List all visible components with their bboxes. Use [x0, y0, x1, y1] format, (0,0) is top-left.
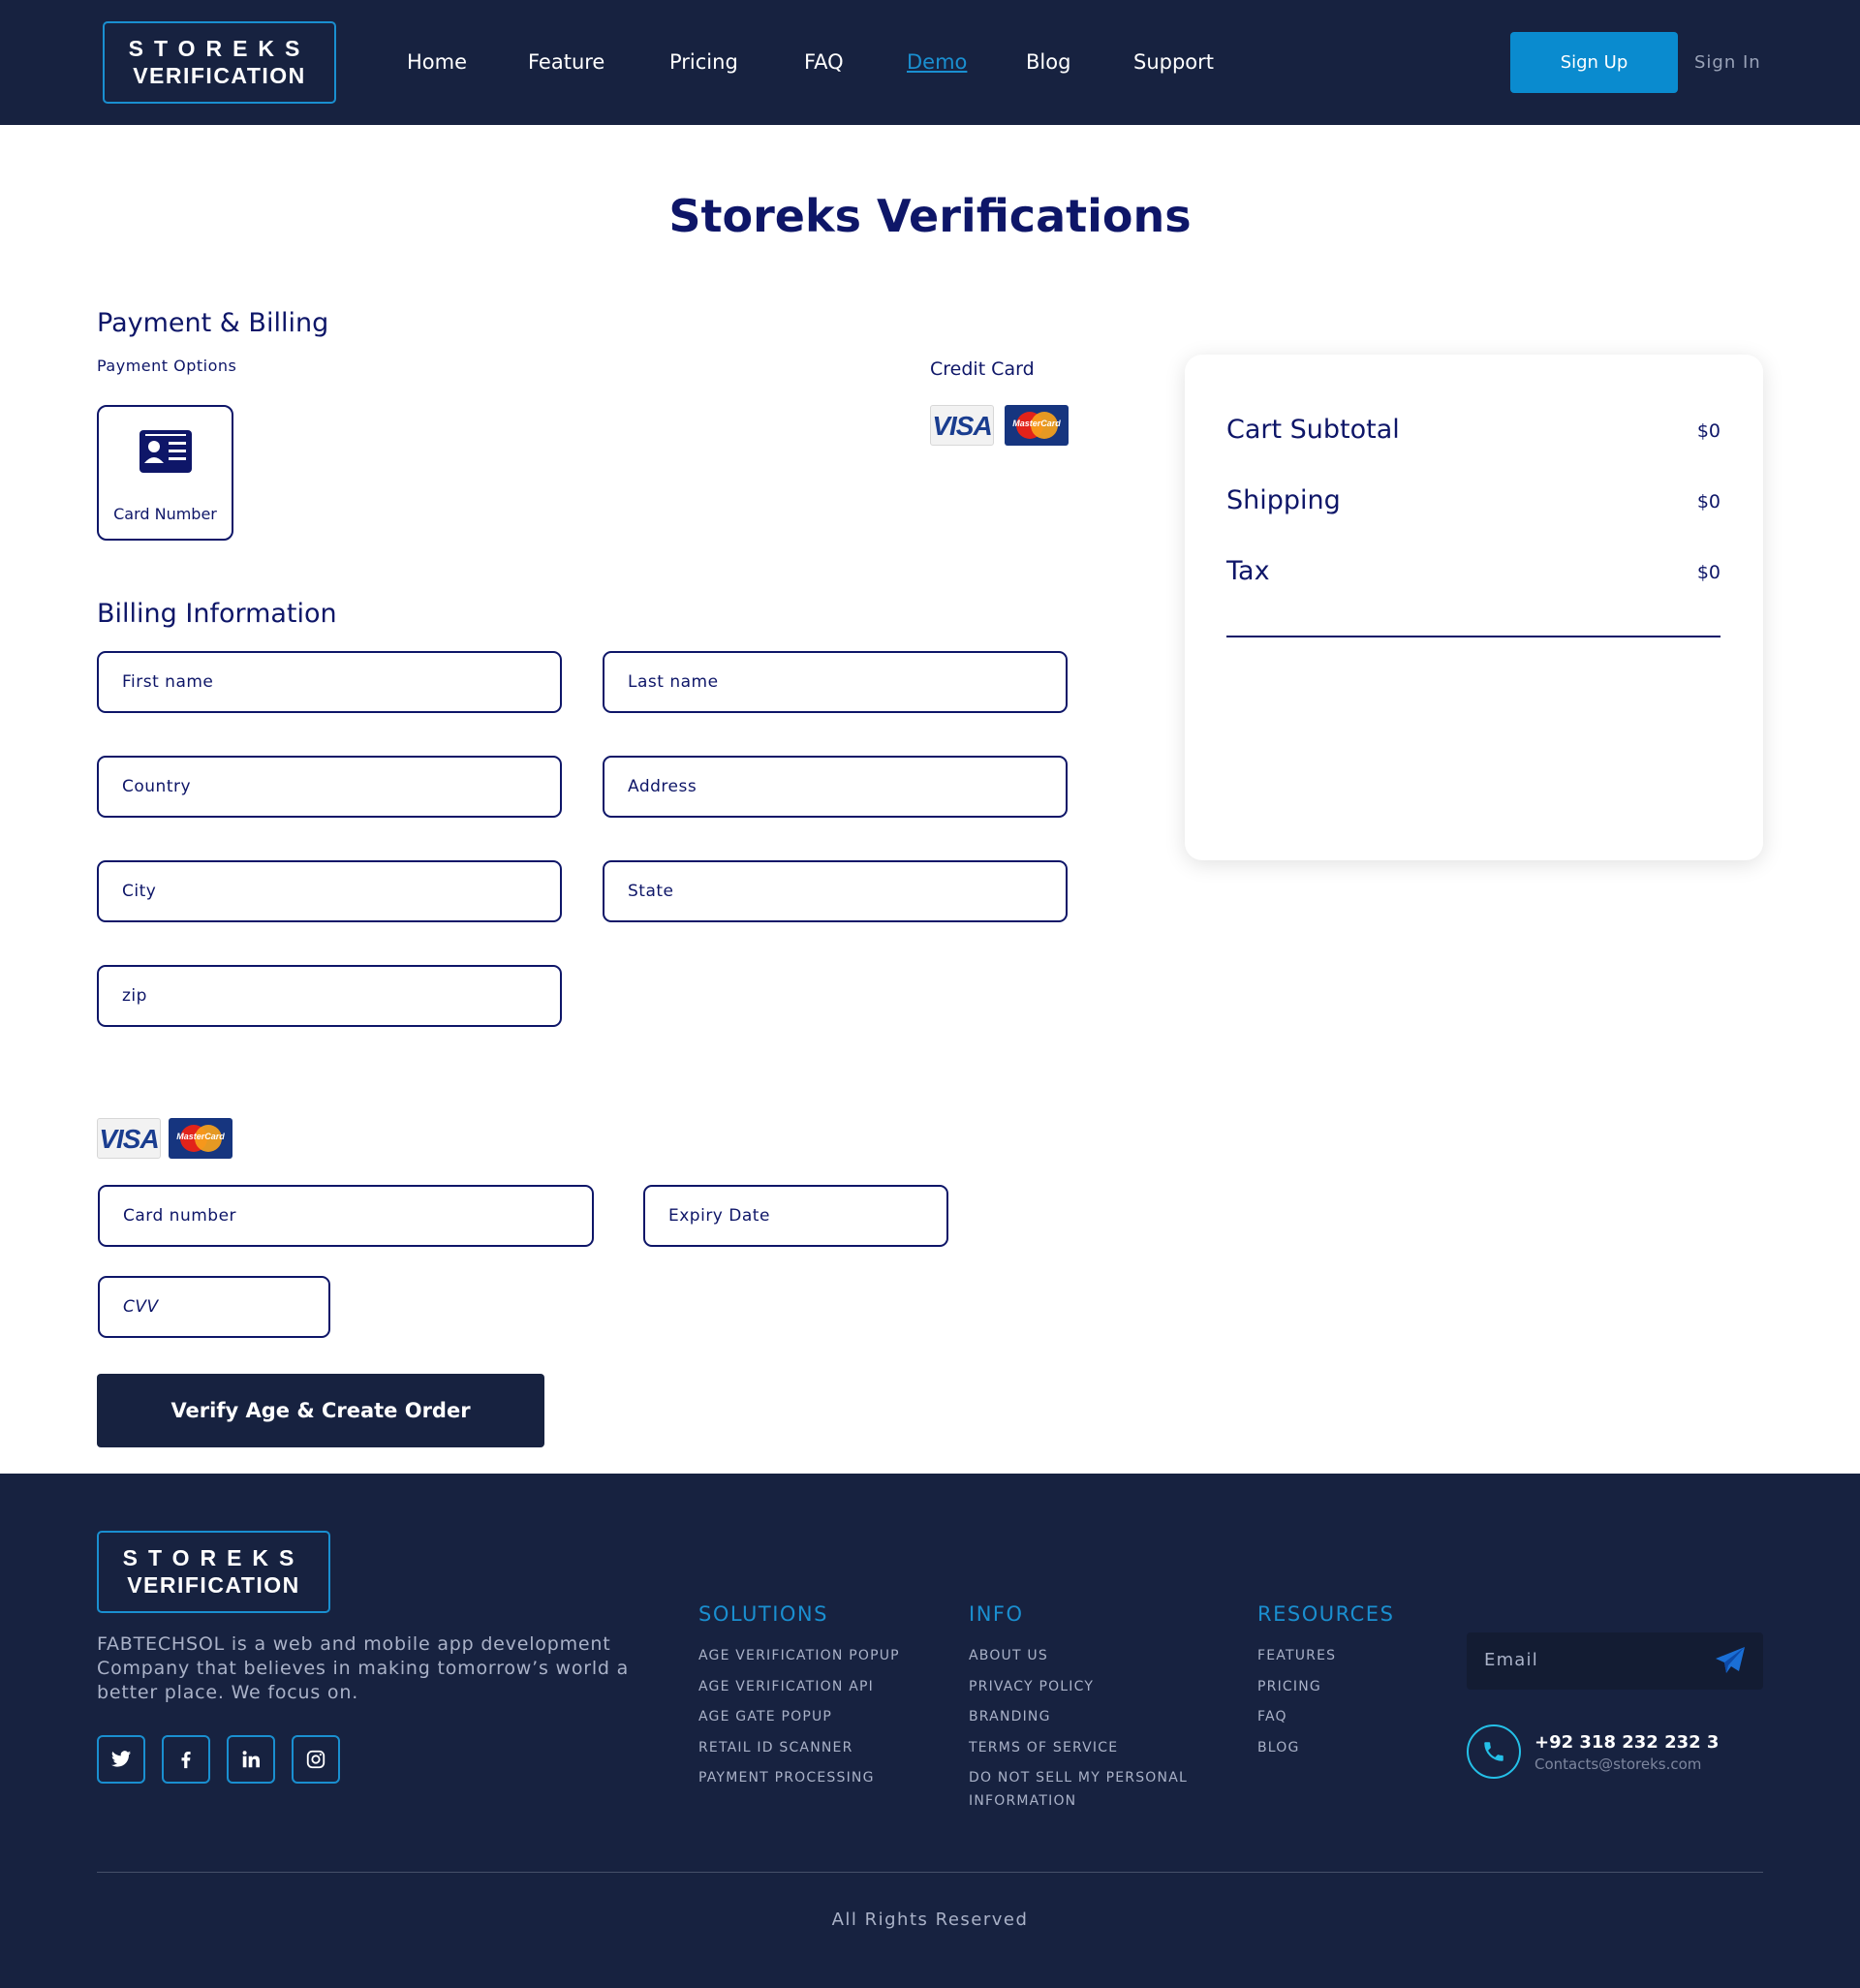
payment-options-label: Payment Options — [97, 357, 237, 375]
brand-logo[interactable]: STOREKS VERIFICATION — [103, 21, 336, 104]
phone-number[interactable]: +92 318 232 232 3 — [1534, 1732, 1719, 1753]
nav-demo[interactable]: Demo — [907, 50, 967, 74]
logo-line1: STOREKS — [128, 36, 311, 61]
nav-pricing[interactable]: Pricing — [669, 50, 738, 74]
summary-label: Tax — [1226, 556, 1270, 586]
facebook-icon — [181, 1752, 191, 1769]
footer-link[interactable]: PRICING — [1257, 1675, 1321, 1698]
footer-logo[interactable]: STOREKS VERIFICATION — [97, 1531, 330, 1613]
visa-logo: VISA — [930, 405, 994, 446]
signin-link[interactable]: Sign In — [1694, 52, 1761, 73]
summary-value: $0 — [1696, 491, 1720, 513]
logo-line2: VERIFICATION — [127, 1572, 300, 1598]
footer-link[interactable]: PRIVACY POLICY — [969, 1675, 1094, 1698]
footer-divider — [97, 1872, 1763, 1873]
linkedin-link[interactable] — [227, 1735, 275, 1784]
footer-description: FABTECHSOL is a web and mobile app devel… — [97, 1633, 630, 1703]
summary-label: Shipping — [1226, 485, 1341, 515]
credit-card-label: Credit Card — [930, 358, 1035, 380]
footer-link[interactable]: BRANDING — [969, 1705, 1051, 1728]
expiry-date-field[interactable]: Expiry Date — [643, 1185, 948, 1247]
send-icon[interactable] — [1715, 1646, 1746, 1675]
summary-label: Cart Subtotal — [1226, 415, 1400, 445]
payment-heading: Payment & Billing — [97, 308, 329, 338]
footer-link[interactable]: BLOG — [1257, 1736, 1300, 1759]
footer-link[interactable]: FAQ — [1257, 1705, 1287, 1728]
footer-link[interactable]: RETAIL ID SCANNER — [698, 1736, 853, 1759]
summary-divider — [1226, 636, 1720, 637]
mastercard-label: MasterCard — [1012, 419, 1061, 428]
site-header: STOREKS VERIFICATION Home Feature Pricin… — [0, 0, 1860, 125]
zip-field[interactable]: zip — [97, 965, 562, 1027]
footer-link[interactable]: FEATURES — [1257, 1644, 1336, 1667]
contact-email[interactable]: Contacts@storeks.com — [1534, 1755, 1701, 1773]
footer-link[interactable]: AGE VERIFICATION POPUP — [698, 1644, 900, 1667]
city-field[interactable]: City — [97, 860, 562, 922]
last-name-field[interactable]: Last name — [603, 651, 1068, 713]
visa-logo: VISA — [97, 1118, 161, 1159]
nav-blog[interactable]: Blog — [1026, 50, 1070, 74]
mastercard-logo: MasterCard — [169, 1118, 232, 1159]
address-field[interactable]: Address — [603, 756, 1068, 818]
footer-col-title-info: INFO — [969, 1602, 1024, 1626]
footer-link[interactable]: TERMS OF SERVICE — [969, 1736, 1118, 1759]
footer-link[interactable]: DO NOT SELL MY PERSONAL INFORMATION — [969, 1766, 1206, 1813]
id-card-icon — [140, 430, 192, 473]
email-placeholder: Email — [1484, 1650, 1538, 1670]
option-card-label: Card Number — [113, 505, 217, 523]
nav-support[interactable]: Support — [1133, 50, 1214, 74]
summary-value: $0 — [1696, 420, 1720, 442]
mastercard-label: MasterCard — [176, 1132, 225, 1141]
footer-link[interactable]: AGE VERIFICATION API — [698, 1675, 874, 1698]
footer-link[interactable]: PAYMENT PROCESSING — [698, 1766, 875, 1789]
linkedin-icon — [242, 1751, 260, 1768]
phone-icon — [1484, 1742, 1504, 1761]
footer-link[interactable]: AGE GATE POPUP — [698, 1705, 832, 1728]
copyright-text: All Rights Reserved — [831, 1910, 1029, 1930]
summary-value: $0 — [1696, 562, 1720, 583]
country-field[interactable]: Country — [97, 756, 562, 818]
footer-col-title-solutions: SOLUTIONS — [698, 1602, 828, 1626]
logo-line1: STOREKS — [122, 1545, 305, 1570]
site-footer: STOREKS VERIFICATION FABTECHSOL is a web… — [0, 1474, 1860, 1988]
logo-line2: VERIFICATION — [133, 63, 306, 88]
footer-col-title-resources: RESOURCES — [1257, 1602, 1395, 1626]
page-title: Storeks Verifications — [668, 190, 1192, 242]
instagram-icon — [306, 1750, 326, 1769]
facebook-link[interactable] — [162, 1735, 210, 1784]
twitter-icon — [110, 1751, 132, 1767]
nav-faq[interactable]: FAQ — [804, 50, 844, 74]
footer-link[interactable]: ABOUT US — [969, 1644, 1048, 1667]
newsletter-email-input[interactable]: Email — [1467, 1632, 1763, 1690]
nav-feature[interactable]: Feature — [528, 50, 604, 74]
signup-button[interactable]: Sign Up — [1510, 32, 1678, 93]
cvv-field[interactable]: CVV — [98, 1276, 330, 1338]
state-field[interactable]: State — [603, 860, 1068, 922]
order-summary-card: Cart Subtotal $0 Shipping $0 Tax $0 — [1185, 355, 1763, 860]
mastercard-logo: MasterCard — [1005, 405, 1069, 446]
verify-create-order-button[interactable]: Verify Age & Create Order — [97, 1374, 544, 1447]
billing-heading: Billing Information — [97, 599, 337, 629]
card-number-field[interactable]: Card number — [98, 1185, 594, 1247]
twitter-link[interactable] — [97, 1735, 145, 1784]
payment-option-card-number[interactable]: Card Number — [97, 405, 233, 541]
nav-home[interactable]: Home — [407, 50, 467, 74]
first-name-field[interactable]: First name — [97, 651, 562, 713]
phone-circle[interactable] — [1467, 1724, 1521, 1779]
instagram-link[interactable] — [292, 1735, 340, 1784]
